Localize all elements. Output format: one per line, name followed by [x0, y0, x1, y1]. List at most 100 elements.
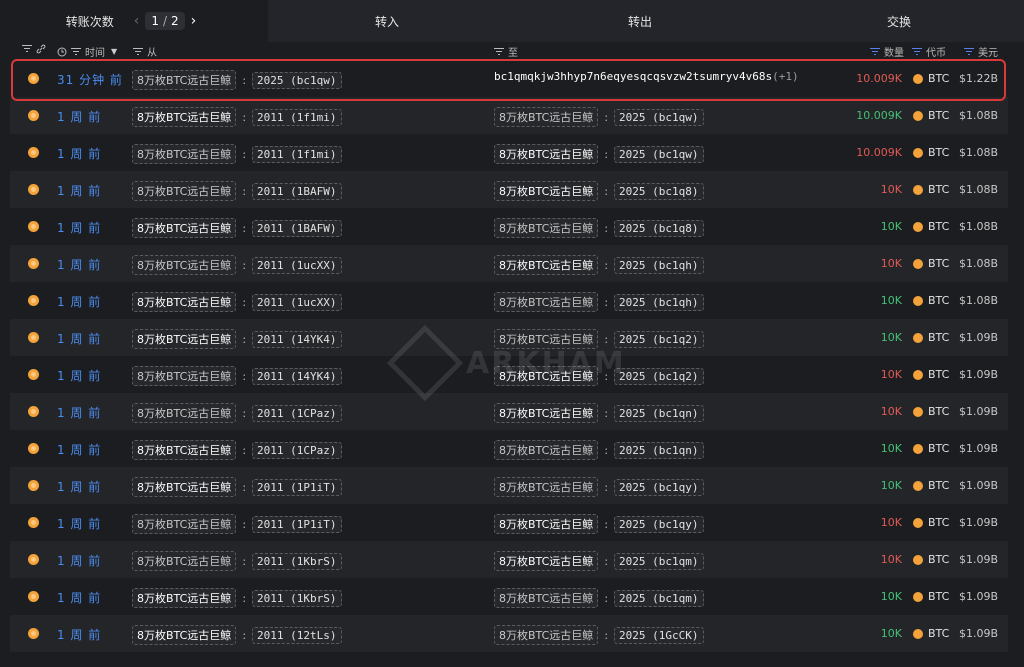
from-cell[interactable]: 8万枚BTC远古巨鲸 : 2011 (14YK4) — [132, 329, 342, 349]
time-link[interactable]: 1 周 前 — [57, 515, 101, 532]
from-entity-tag[interactable]: 8万枚BTC远古巨鲸 — [132, 403, 237, 423]
from-address-tag[interactable]: 2011 (14YK4) — [252, 330, 342, 348]
from-address-tag[interactable]: 2011 (1f1mi) — [252, 108, 342, 126]
to-address-tag[interactable]: 2025 (bc1qw) — [614, 145, 704, 163]
from-entity-tag[interactable]: 8万枚BTC远古巨鲸 — [132, 477, 237, 497]
time-link[interactable]: 1 周 前 — [57, 441, 101, 458]
time-link[interactable]: 1 周 前 — [57, 478, 101, 495]
to-address-tag[interactable]: 2025 (bc1q8) — [614, 219, 704, 237]
token-symbol[interactable]: BTC — [928, 479, 949, 492]
from-cell[interactable]: 8万枚BTC远古巨鲸 : 2011 (1BAFW) — [132, 218, 342, 238]
to-entity-tag[interactable]: 8万枚BTC远古巨鲸 — [494, 218, 599, 238]
filter-icon[interactable] — [494, 47, 504, 56]
table-row[interactable]: 1 周 前 8万枚BTC远古巨鲸 : 2011 (1P1iT) 8万枚BTC远古… — [10, 467, 1008, 504]
table-row[interactable]: 1 周 前 8万枚BTC远古巨鲸 : 2011 (14YK4) 8万枚BTC远古… — [10, 356, 1008, 393]
tab-transfers[interactable]: 转账次数 ‹ 1 / 2 › — [0, 0, 268, 42]
to-address-tag[interactable]: 2025 (bc1qy) — [614, 515, 704, 533]
from-address-tag[interactable]: 2011 (1BAFW) — [252, 219, 342, 237]
from-address-tag[interactable]: 2011 (1P1iT) — [252, 478, 342, 496]
token-symbol[interactable]: BTC — [928, 72, 949, 85]
token-symbol[interactable]: BTC — [928, 331, 949, 344]
to-entity-tag[interactable]: 8万枚BTC远古巨鲸 — [494, 551, 599, 571]
tab-inflow[interactable]: 转入 — [268, 0, 506, 42]
token-cell[interactable]: BTC — [913, 183, 949, 196]
time-link[interactable]: 1 周 前 — [57, 626, 101, 643]
header-usd[interactable]: 美元 — [964, 44, 998, 59]
to-entity-tag[interactable]: 8万枚BTC远古巨鲸 — [494, 292, 599, 312]
time-link[interactable]: 1 周 前 — [57, 256, 101, 273]
from-entity-tag[interactable]: 8万枚BTC远古巨鲸 — [132, 292, 237, 312]
from-entity-tag[interactable]: 8万枚BTC远古巨鲸 — [132, 144, 237, 164]
filter-icon[interactable] — [870, 47, 880, 56]
tab-swap[interactable]: 交换 — [774, 0, 1024, 42]
from-address-tag[interactable]: 2025 (bc1qw) — [252, 71, 342, 89]
to-entity-tag[interactable]: 8万枚BTC远古巨鲸 — [494, 403, 599, 423]
time-link[interactable]: 1 周 前 — [57, 182, 101, 199]
to-entity-tag[interactable]: 8万枚BTC远古巨鲸 — [494, 366, 599, 386]
token-cell[interactable]: BTC — [913, 368, 949, 381]
to-address-tag[interactable]: 2025 (bc1qm) — [614, 552, 704, 570]
to-cell[interactable]: 8万枚BTC远古巨鲸 : 2025 (bc1qn) — [494, 403, 704, 423]
token-cell[interactable]: BTC — [913, 257, 949, 270]
to-address-tag[interactable]: 2025 (bc1qn) — [614, 404, 704, 422]
token-symbol[interactable]: BTC — [928, 627, 949, 640]
time-link[interactable]: 1 周 前 — [57, 145, 101, 162]
to-entity-tag[interactable]: 8万枚BTC远古巨鲸 — [494, 625, 599, 645]
token-symbol[interactable]: BTC — [928, 220, 949, 233]
token-cell[interactable]: BTC — [913, 627, 949, 640]
token-cell[interactable]: BTC — [913, 72, 949, 85]
from-cell[interactable]: 8万枚BTC远古巨鲸 : 2011 (1KbrS) — [132, 588, 342, 608]
to-address-tag[interactable]: 2025 (bc1qn) — [614, 441, 704, 459]
from-cell[interactable]: 8万枚BTC远古巨鲸 : 2011 (14YK4) — [132, 366, 342, 386]
from-entity-tag[interactable]: 8万枚BTC远古巨鲸 — [132, 514, 237, 534]
to-cell[interactable]: 8万枚BTC远古巨鲸 : 2025 (bc1qh) — [494, 292, 704, 312]
token-symbol[interactable]: BTC — [928, 294, 949, 307]
token-cell[interactable]: BTC — [913, 109, 949, 122]
to-address-tag[interactable]: 2025 (bc1qy) — [614, 478, 704, 496]
token-cell[interactable]: BTC — [913, 331, 949, 344]
filter-icon[interactable] — [22, 45, 32, 53]
to-address-tag[interactable]: 2025 (bc1q2) — [614, 367, 704, 385]
from-entity-tag[interactable]: 8万枚BTC远古巨鲸 — [132, 107, 237, 127]
table-row[interactable]: 31 分钟 前 8万枚BTC远古巨鲸 : 2025 (bc1qw) bc1qmq… — [10, 60, 1008, 97]
to-cell[interactable]: 8万枚BTC远古巨鲸 : 2025 (bc1qm) — [494, 588, 704, 608]
to-cell[interactable]: 8万枚BTC远古巨鲸 : 2025 (bc1qy) — [494, 514, 704, 534]
table-row[interactable]: 1 周 前 8万枚BTC远古巨鲸 : 2011 (1ucXX) 8万枚BTC远古… — [10, 282, 1008, 319]
to-cell[interactable]: 8万枚BTC远古巨鲸 : 2025 (bc1qh) — [494, 255, 704, 275]
from-address-tag[interactable]: 2011 (12tLs) — [252, 626, 342, 644]
table-row[interactable]: 1 周 前 8万枚BTC远古巨鲸 : 2011 (1f1mi) 8万枚BTC远古… — [10, 134, 1008, 171]
to-cell[interactable]: 8万枚BTC远古巨鲸 : 2025 (bc1q8) — [494, 218, 704, 238]
to-address-tag[interactable]: 2025 (bc1qm) — [614, 589, 704, 607]
from-address-tag[interactable]: 2011 (1KbrS) — [252, 552, 342, 570]
token-symbol[interactable]: BTC — [928, 553, 949, 566]
table-row[interactable]: 1 周 前 8万枚BTC远古巨鲸 : 2011 (1CPaz) 8万枚BTC远古… — [10, 393, 1008, 430]
token-symbol[interactable]: BTC — [928, 109, 949, 122]
table-row[interactable]: 1 周 前 8万枚BTC远古巨鲸 : 2011 (1f1mi) 8万枚BTC远古… — [10, 97, 1008, 134]
to-address-tag[interactable]: 2025 (bc1qw) — [614, 108, 704, 126]
link-icon[interactable] — [36, 44, 46, 54]
sort-desc-icon[interactable]: ▼ — [111, 47, 117, 56]
filter-icon[interactable] — [133, 47, 143, 56]
from-entity-tag[interactable]: 8万枚BTC远古巨鲸 — [132, 625, 237, 645]
tab-outflow[interactable]: 转出 — [506, 0, 774, 42]
from-entity-tag[interactable]: 8万枚BTC远古巨鲸 — [132, 551, 237, 571]
token-symbol[interactable]: BTC — [928, 405, 949, 418]
header-to[interactable]: 至 — [494, 44, 518, 59]
time-link[interactable]: 31 分钟 前 — [57, 71, 123, 88]
to-entity-tag[interactable]: 8万枚BTC远古巨鲸 — [494, 329, 599, 349]
from-address-tag[interactable]: 2011 (1CPaz) — [252, 404, 342, 422]
from-cell[interactable]: 8万枚BTC远古巨鲸 : 2011 (1f1mi) — [132, 144, 342, 164]
to-entity-tag[interactable]: 8万枚BTC远古巨鲸 — [494, 477, 599, 497]
table-row[interactable]: 1 周 前 8万枚BTC远古巨鲸 : 2011 (1KbrS) 8万枚BTC远古… — [10, 541, 1008, 578]
to-entity-tag[interactable]: 8万枚BTC远古巨鲸 — [494, 181, 599, 201]
time-link[interactable]: 1 周 前 — [57, 367, 101, 384]
from-address-tag[interactable]: 2011 (1P1iT) — [252, 515, 342, 533]
to-extra[interactable]: (+1) — [772, 70, 799, 83]
from-cell[interactable]: 8万枚BTC远古巨鲸 : 2011 (12tLs) — [132, 625, 342, 645]
token-symbol[interactable]: BTC — [928, 516, 949, 529]
to-cell[interactable]: 8万枚BTC远古巨鲸 : 2025 (1GcCK) — [494, 625, 704, 645]
from-cell[interactable]: 8万枚BTC远古巨鲸 : 2011 (1KbrS) — [132, 551, 342, 571]
prev-page-icon[interactable]: ‹ — [128, 13, 146, 29]
header-amount[interactable]: 数量 — [870, 44, 904, 59]
from-cell[interactable]: 8万枚BTC远古巨鲸 : 2011 (1P1iT) — [132, 477, 342, 497]
